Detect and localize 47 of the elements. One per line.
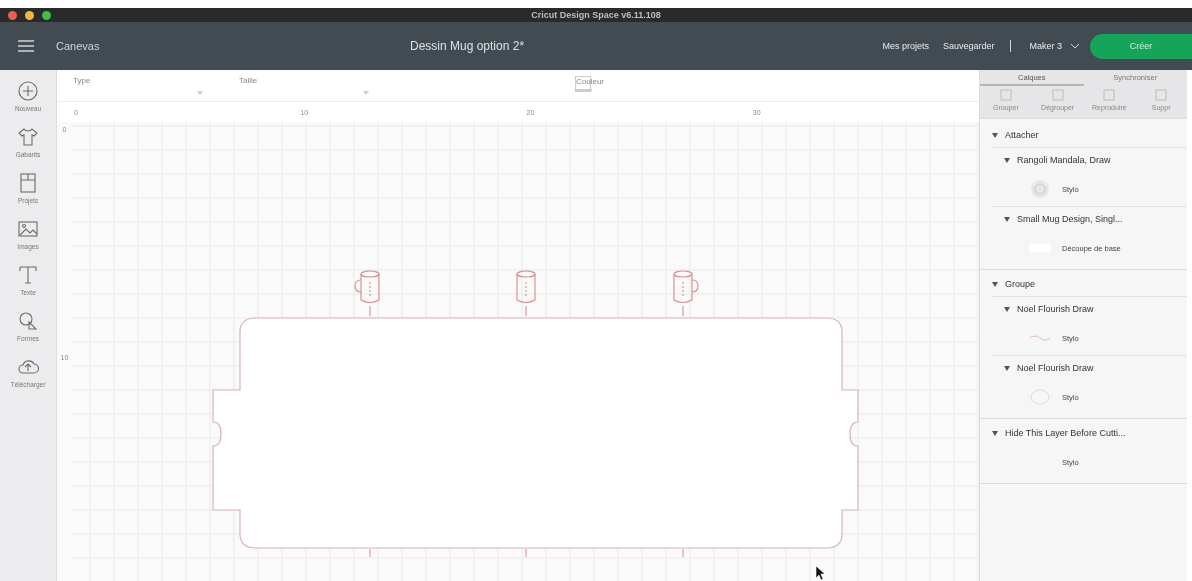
square-icon bbox=[1051, 89, 1064, 101]
square-icon bbox=[1103, 89, 1116, 101]
expand-arrow-icon[interactable] bbox=[992, 281, 998, 287]
shapes-icon bbox=[17, 310, 39, 332]
book-icon bbox=[17, 172, 39, 194]
expand-arrow-icon[interactable] bbox=[1004, 216, 1010, 222]
mug-drawing bbox=[354, 270, 380, 317]
layer-group-name[interactable]: Attacher bbox=[1005, 130, 1039, 140]
layer-name[interactable]: Noel Flourish Draw bbox=[1017, 304, 1094, 314]
maximize-window-button[interactable] bbox=[42, 10, 51, 20]
toolbar-label: Type bbox=[73, 76, 91, 86]
image-icon bbox=[17, 218, 39, 240]
machine-dropdown[interactable]: Maker 3 bbox=[1029, 41, 1080, 51]
make-button[interactable]: Créer bbox=[1090, 33, 1192, 59]
header-link[interactable]: Sauvegarder bbox=[942, 41, 995, 51]
caret-icon bbox=[197, 91, 203, 95]
mug-drawing bbox=[516, 270, 536, 317]
wreath-thumbnail bbox=[1029, 388, 1051, 406]
project-title: Dessin Mug option 2* bbox=[410, 39, 525, 53]
expand-arrow-icon[interactable] bbox=[992, 430, 998, 436]
square-icon bbox=[999, 89, 1012, 101]
window-title: Cricut Design Space v6.11.108 bbox=[530, 10, 662, 20]
expand-arrow-icon[interactable] bbox=[1004, 365, 1010, 371]
layer-group-name[interactable]: Hide This Layer Before Cutti... bbox=[1005, 428, 1126, 438]
close-window-button[interactable] bbox=[8, 10, 17, 20]
expand-arrow-icon[interactable] bbox=[1004, 306, 1010, 312]
caret-icon bbox=[1070, 43, 1080, 49]
layer-name[interactable]: Noel Flourish Draw bbox=[1017, 363, 1094, 373]
expand-arrow-icon[interactable] bbox=[1004, 157, 1010, 163]
text-icon bbox=[17, 264, 39, 286]
mug-drawing bbox=[673, 270, 699, 317]
caret-icon bbox=[363, 91, 369, 95]
flourish-thumbnail bbox=[1029, 333, 1051, 343]
toolbar-label: Couleur bbox=[576, 77, 604, 87]
menu-icon[interactable] bbox=[18, 40, 34, 52]
minimize-window-button[interactable] bbox=[25, 10, 34, 20]
square-icon bbox=[1155, 89, 1168, 101]
plus-icon bbox=[17, 80, 39, 102]
shirt-icon bbox=[17, 126, 39, 148]
layer-group-name[interactable]: Groupe bbox=[1005, 279, 1036, 289]
layer-name[interactable]: Rangoli Mandala, Draw bbox=[1017, 155, 1111, 165]
layer-name[interactable]: Small Mug Design, Singl... bbox=[1017, 214, 1123, 224]
header-link[interactable]: Mes projets bbox=[882, 41, 929, 51]
mandala-thumbnail bbox=[1030, 179, 1050, 199]
section-title: Canevas bbox=[56, 40, 100, 52]
toolbar-label: Taille bbox=[239, 76, 258, 86]
expand-arrow-icon[interactable] bbox=[992, 132, 998, 138]
